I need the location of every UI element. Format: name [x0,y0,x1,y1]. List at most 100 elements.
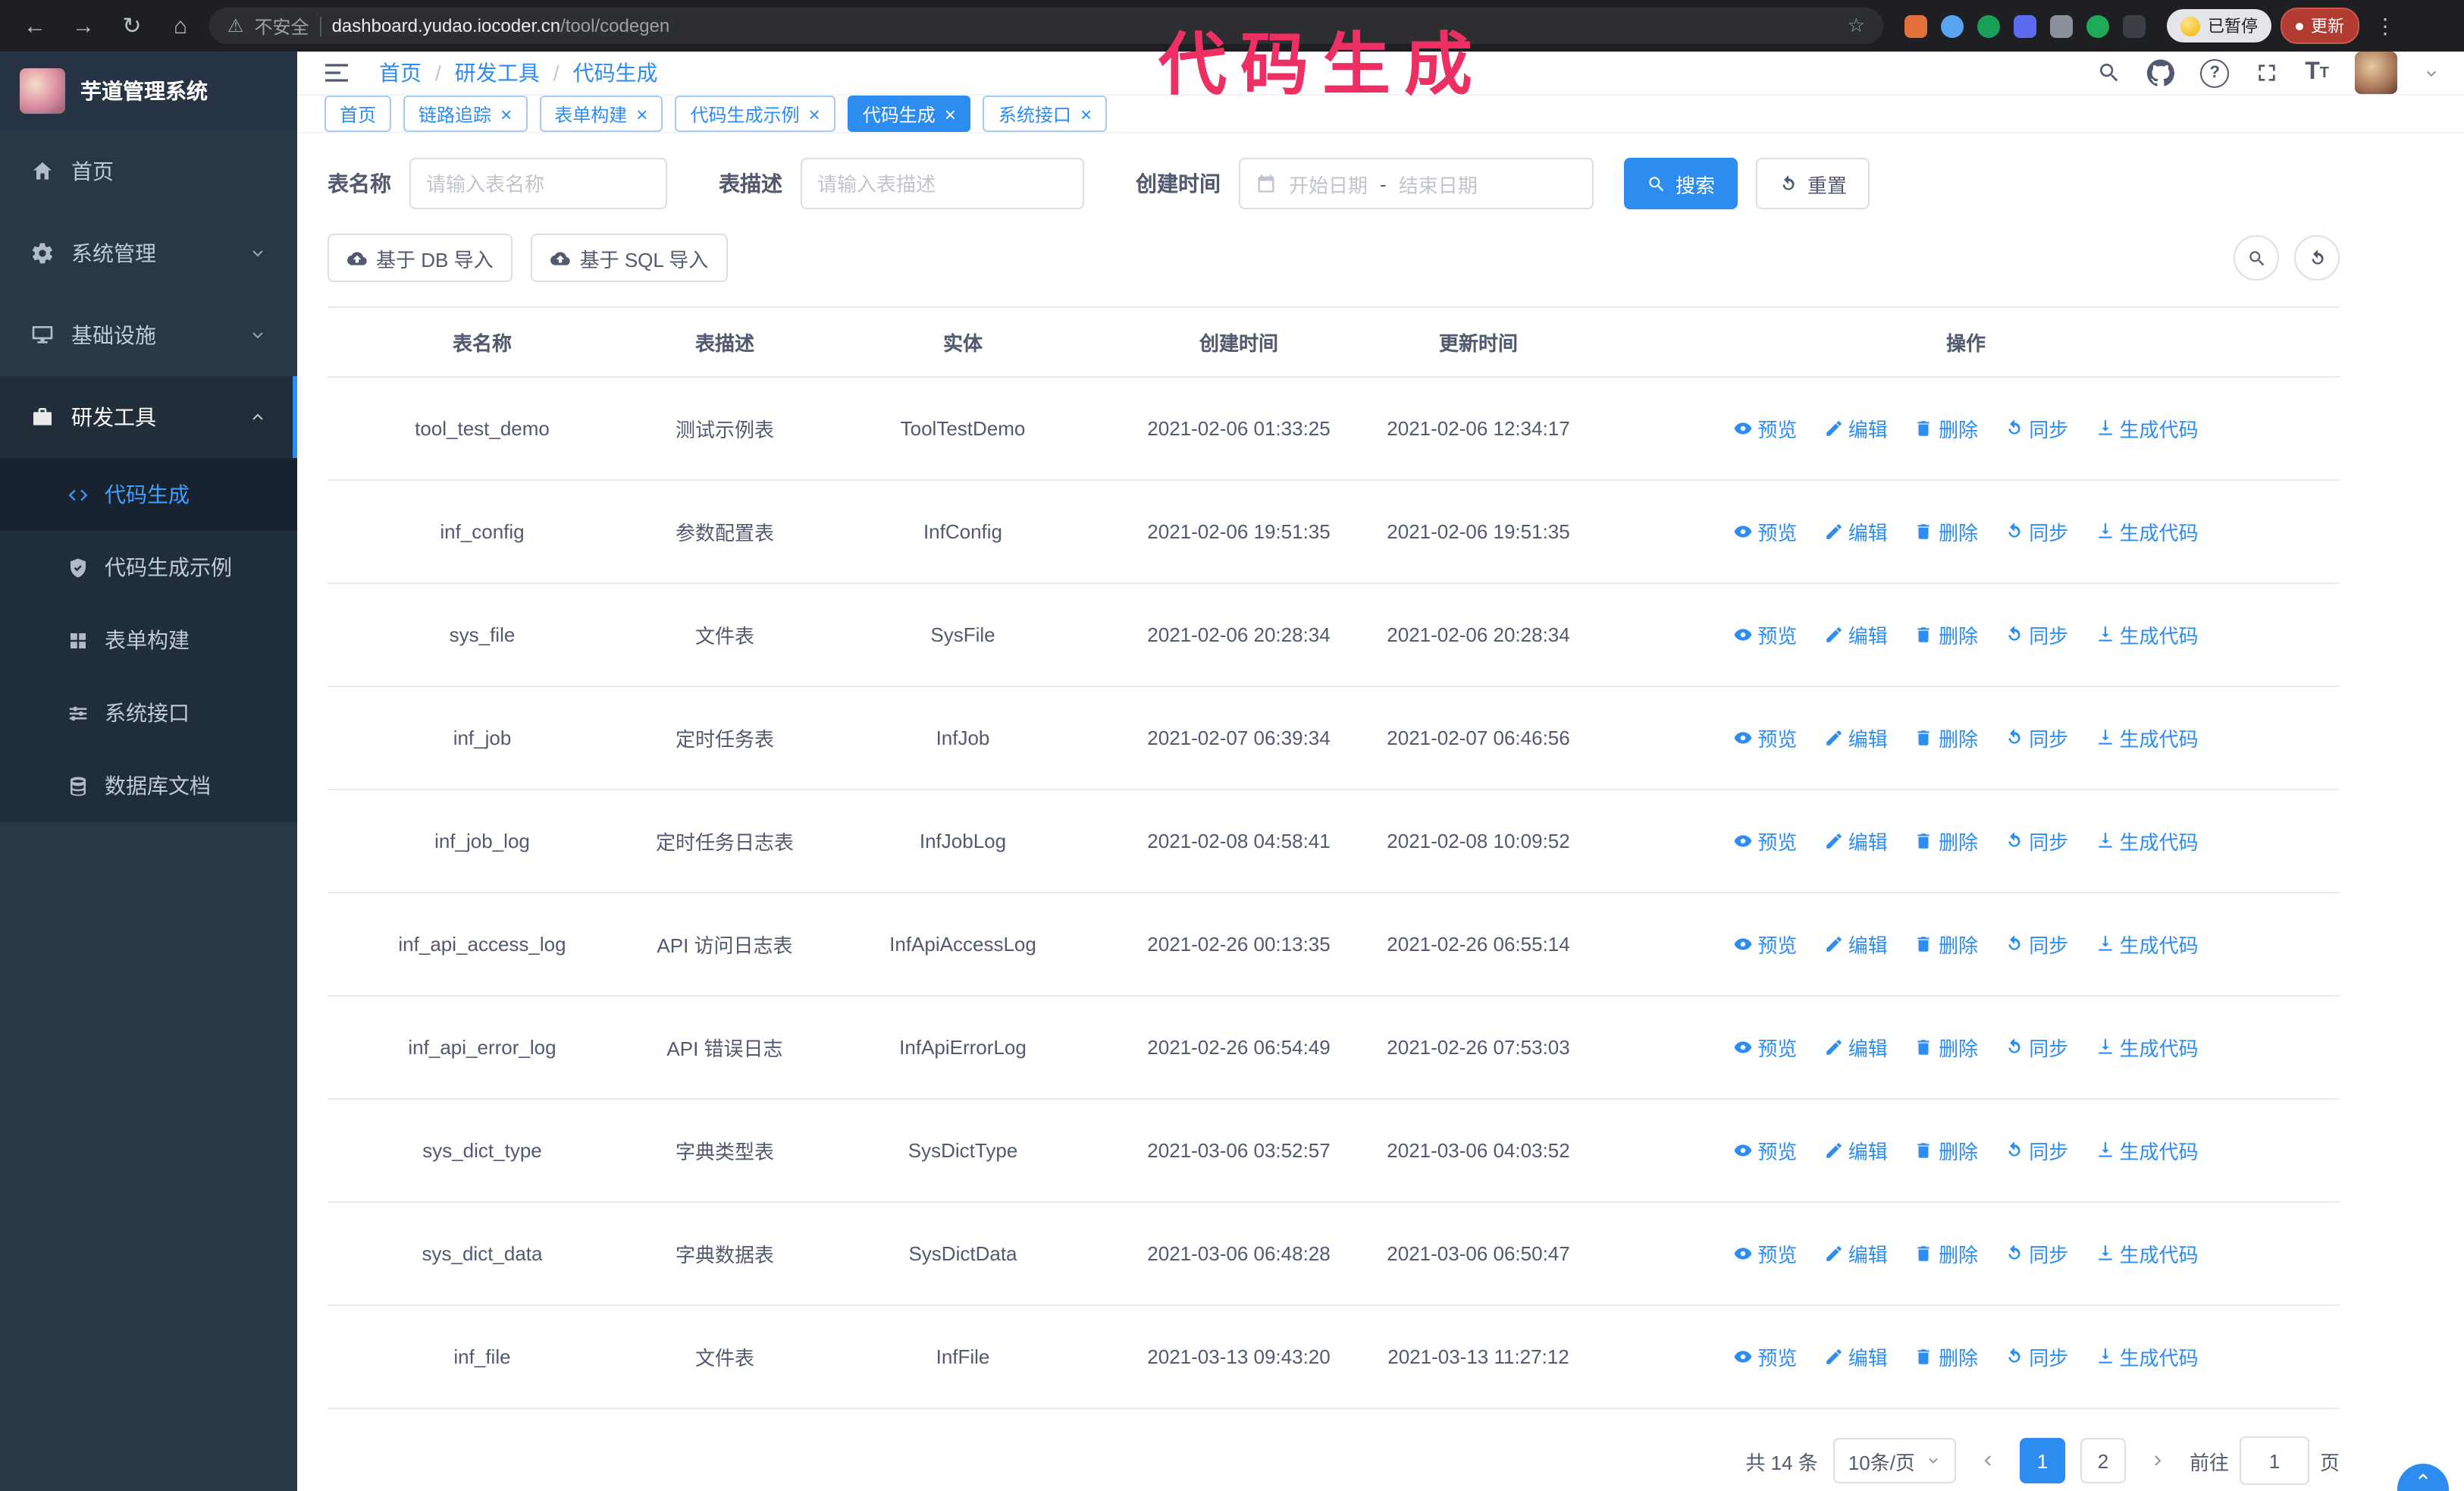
back-icon[interactable] [15,6,55,46]
tab-api[interactable]: 系统接口 [983,96,1108,132]
edit-link[interactable]: 编辑 [1824,1239,1888,1268]
sync-link[interactable]: 同步 [2005,517,2068,546]
extension-icon[interactable] [1904,14,1927,37]
edit-link[interactable]: 编辑 [1824,1136,1888,1165]
sidebar-item-form-builder[interactable]: 表单构建 [0,604,297,676]
reload-icon[interactable] [112,6,152,46]
preview-link[interactable]: 预览 [1733,517,1797,546]
delete-link[interactable]: 删除 [1914,1342,1978,1371]
delete-link[interactable]: 删除 [1914,620,1978,649]
close-tab-icon[interactable] [809,104,820,124]
delete-link[interactable]: 删除 [1914,517,1978,546]
import-sql-button[interactable]: 基于 SQL 导入 [531,234,729,282]
page-size-select[interactable]: 10条/页 [1832,1438,1956,1483]
help-icon[interactable] [2200,58,2230,87]
sync-link[interactable]: 同步 [2005,620,2068,649]
edit-link[interactable]: 编辑 [1824,620,1888,649]
preview-link[interactable]: 预览 [1733,1136,1797,1165]
page-button-2[interactable]: 2 [2080,1438,2126,1483]
generate-code-link[interactable]: 生成代码 [2096,1342,2199,1371]
close-tab-icon[interactable] [636,104,647,124]
refresh-table-button[interactable] [2294,235,2340,281]
close-tab-icon[interactable] [1080,104,1092,124]
bookmark-star-icon[interactable] [1848,14,1865,38]
sync-link[interactable]: 同步 [2005,827,2068,855]
sidebar-item-database-doc[interactable]: 数据库文档 [0,749,297,822]
delete-link[interactable]: 删除 [1914,1239,1978,1268]
avatar-dropdown-icon[interactable] [2423,64,2440,81]
sync-link[interactable]: 同步 [2005,1239,2068,1268]
generate-code-link[interactable]: 生成代码 [2096,1239,2199,1268]
github-icon[interactable] [2147,59,2175,86]
generate-code-link[interactable]: 生成代码 [2096,414,2199,443]
extension-icon[interactable] [2050,14,2073,37]
sidebar-item-home[interactable]: 首页 [0,130,297,212]
table-desc-input[interactable] [801,158,1084,209]
generate-code-link[interactable]: 生成代码 [2096,724,2199,752]
home-icon[interactable] [161,6,200,46]
forward-icon[interactable] [64,6,103,46]
sidebar-item-api[interactable]: 系统接口 [0,676,297,749]
delete-link[interactable]: 删除 [1914,1136,1978,1165]
generate-code-link[interactable]: 生成代码 [2096,827,2199,855]
breadcrumb-home[interactable]: 首页 [379,58,422,88]
sidebar-item-devtools[interactable]: 研发工具 [0,376,297,458]
tab-codegen-example[interactable]: 代码生成示例 [675,96,835,132]
address-bar[interactable]: 不安全 dashboard.yudao.iocoder.cn/tool/code… [209,8,1883,44]
date-range-picker[interactable]: 开始日期 - 结束日期 [1239,158,1594,209]
preview-link[interactable]: 预览 [1733,414,1797,443]
search-toggle-button[interactable] [2234,235,2279,281]
generate-code-link[interactable]: 生成代码 [2096,930,2199,959]
tab-form-builder[interactable]: 表单构建 [539,96,663,132]
preview-link[interactable]: 预览 [1733,1239,1797,1268]
edit-link[interactable]: 编辑 [1824,724,1888,752]
edit-link[interactable]: 编辑 [1824,1342,1888,1371]
preview-link[interactable]: 预览 [1733,930,1797,959]
preview-link[interactable]: 预览 [1733,724,1797,752]
extension-icon[interactable] [1977,14,2000,37]
page-button-1[interactable]: 1 [2019,1438,2065,1483]
user-avatar[interactable] [2355,52,2397,94]
extension-icon[interactable] [2086,14,2109,37]
sync-link[interactable]: 同步 [2005,930,2068,959]
sync-link[interactable]: 同步 [2005,1342,2068,1371]
delete-link[interactable]: 删除 [1914,724,1978,752]
close-tab-icon[interactable] [945,104,956,124]
sidebar-item-codegen-example[interactable]: 代码生成示例 [0,531,297,604]
preview-link[interactable]: 预览 [1733,1342,1797,1371]
search-button[interactable]: 搜索 [1624,158,1738,209]
preview-link[interactable]: 预览 [1733,827,1797,855]
edit-link[interactable]: 编辑 [1824,827,1888,855]
sync-link[interactable]: 同步 [2005,724,2068,752]
sync-link[interactable]: 同步 [2005,1033,2068,1062]
edit-link[interactable]: 编辑 [1824,930,1888,959]
tab-codegen[interactable]: 代码生成 [847,96,971,132]
collapse-menu-icon[interactable] [321,58,352,88]
sidebar-item-codegen[interactable]: 代码生成 [0,458,297,531]
edit-link[interactable]: 编辑 [1824,1033,1888,1062]
paused-badge[interactable]: 已暂停 [2167,9,2271,42]
tab-tracing[interactable]: 链路追踪 [403,96,528,132]
update-button[interactable]: 更新 [2281,8,2359,44]
delete-link[interactable]: 删除 [1914,930,1978,959]
preview-link[interactable]: 预览 [1733,620,1797,649]
fullscreen-icon[interactable] [2255,61,2279,85]
generate-code-link[interactable]: 生成代码 [2096,1033,2199,1062]
sync-link[interactable]: 同步 [2005,414,2068,443]
font-size-icon[interactable] [2305,59,2329,86]
close-tab-icon[interactable] [500,104,512,124]
prev-page-button[interactable] [1971,1439,2005,1482]
preview-link[interactable]: 预览 [1733,1033,1797,1062]
reset-button[interactable]: 重置 [1756,158,1870,209]
search-icon[interactable] [2097,61,2121,85]
extension-icon[interactable] [2014,14,2036,37]
browser-menu-icon[interactable] [2368,13,2402,39]
breadcrumb-section[interactable]: 研发工具 [455,58,540,88]
goto-page-input[interactable] [2239,1436,2309,1485]
extension-icon[interactable] [2123,14,2146,37]
delete-link[interactable]: 删除 [1914,827,1978,855]
generate-code-link[interactable]: 生成代码 [2096,1136,2199,1165]
edit-link[interactable]: 编辑 [1824,414,1888,443]
tab-home[interactable]: 首页 [324,96,392,132]
delete-link[interactable]: 删除 [1914,414,1978,443]
